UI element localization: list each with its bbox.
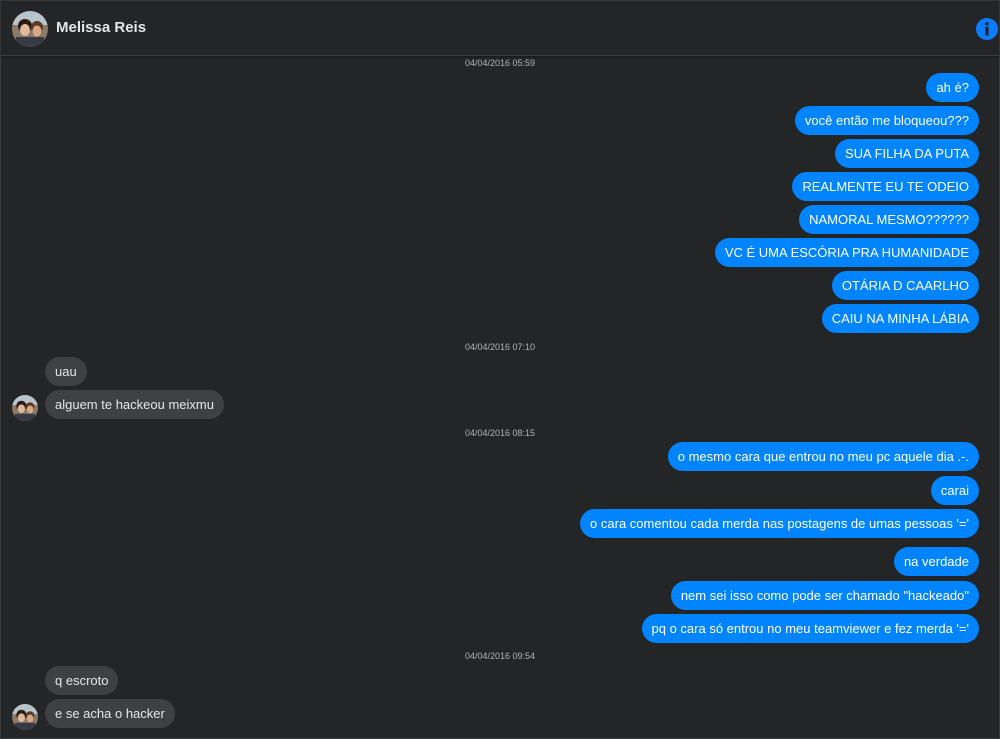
contact-avatar-small[interactable] [12,704,38,730]
outgoing-message[interactable]: OTÁRIA D CAARLHO [831,271,979,300]
contact-name[interactable]: Melissa Reis [56,19,146,36]
outgoing-message[interactable]: VC É UMA ESCÓRIA PRA HUMANIDADE [714,238,979,267]
incoming-message[interactable]: alguem te hackeou meixmu [45,390,224,419]
outgoing-message[interactable]: ah é? [926,73,979,102]
outgoing-message[interactable]: o cara comentou cada merda nas postagens… [580,509,979,538]
outgoing-message[interactable]: nem sei isso como pode ser chamado "hack… [670,581,979,610]
contact-avatar-small[interactable] [12,395,38,421]
timestamp: 04/04/2016 08:15 [464,428,536,438]
incoming-message[interactable]: uau [45,357,87,386]
chat-window: Melissa Reis 04/04/2016 05:59 ah é? você… [0,0,1000,739]
incoming-message[interactable]: q escroto [45,666,119,695]
outgoing-message[interactable]: carai [930,476,979,505]
outgoing-message[interactable]: o mesmo cara que entrou no meu pc aquele… [667,442,979,471]
timestamp: 04/04/2016 05:59 [464,58,536,68]
outgoing-message[interactable]: NAMORAL MESMO?????? [799,205,979,234]
chat-header: Melissa Reis [1,1,999,56]
outgoing-message[interactable]: SUA FILHA DA PUTA [834,139,979,168]
contact-avatar[interactable] [12,11,48,47]
outgoing-message[interactable]: na verdade [893,547,979,576]
outgoing-message[interactable]: CAIU NA MINHA LÁBIA [821,304,979,333]
outgoing-message[interactable]: você então me bloqueou??? [794,106,979,135]
outgoing-message[interactable]: REALMENTE EU TE ODEIO [792,172,979,201]
timestamp: 04/04/2016 07:10 [464,342,536,352]
info-icon[interactable] [975,17,999,41]
incoming-message[interactable]: e se acha o hacker [45,699,175,728]
outgoing-message[interactable]: pq o cara só entrou no meu teamviewer e … [641,614,979,643]
timestamp: 04/04/2016 09:54 [464,651,536,661]
